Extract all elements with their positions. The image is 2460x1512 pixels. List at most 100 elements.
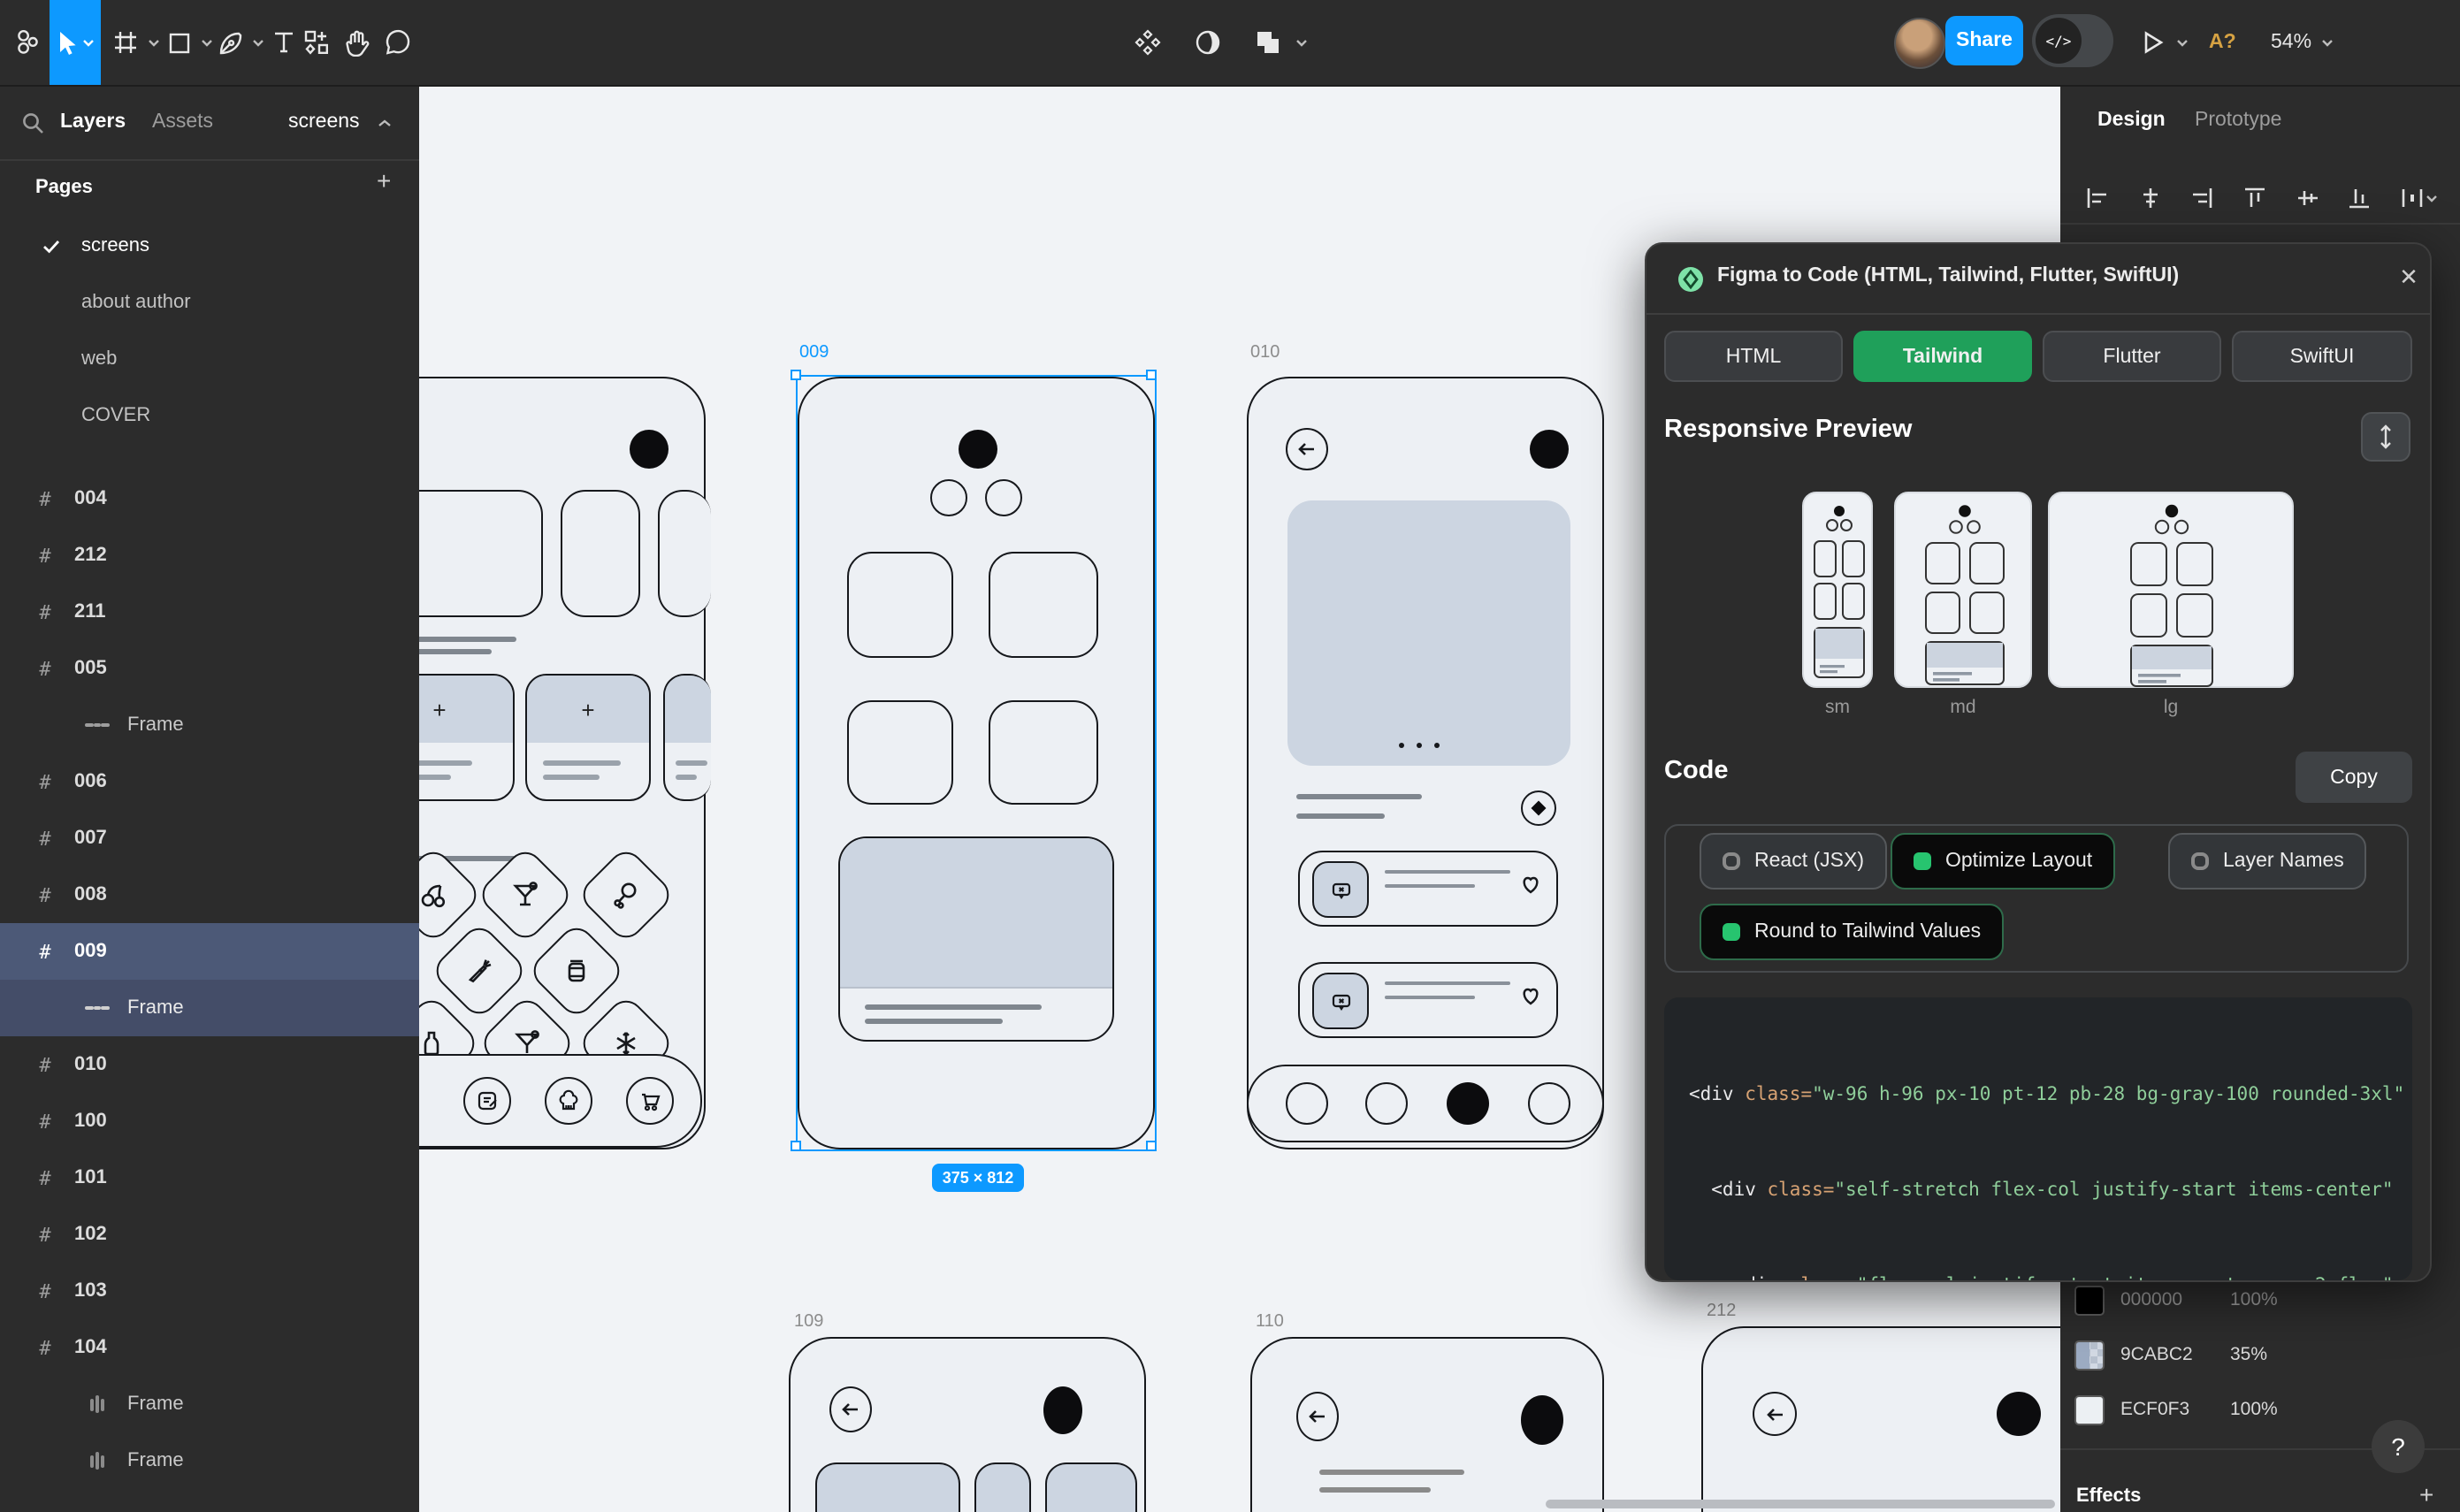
fill-row-9cabc2[interactable]: 9CABC2 35% xyxy=(2074,1335,2446,1374)
comment-tool-button[interactable] xyxy=(375,0,421,85)
layer-row-008[interactable]: #008 xyxy=(0,867,419,923)
main-menu-button[interactable] xyxy=(7,0,46,85)
phone-frame-110[interactable] xyxy=(1250,1337,1604,1512)
layer-row-frame-selected[interactable]: Frame xyxy=(0,980,419,1036)
page-item-web[interactable]: web xyxy=(0,331,419,387)
frame-label-009[interactable]: 009 xyxy=(799,343,829,363)
align-right-icon[interactable] xyxy=(2190,186,2215,210)
layer-row-009-selected[interactable]: #009 xyxy=(0,923,419,980)
layer-row-104[interactable]: #104 xyxy=(0,1319,419,1376)
present-button[interactable] xyxy=(2133,0,2172,85)
tab-design[interactable]: Design xyxy=(2097,85,2166,156)
option-layer-names[interactable]: Layer Names xyxy=(2168,833,2367,890)
option-react-jsx[interactable]: React (JSX) xyxy=(1700,833,1887,890)
copy-button[interactable]: Copy xyxy=(2296,752,2412,803)
align-v-center-icon[interactable] xyxy=(2295,186,2319,210)
fill-row-000000[interactable]: 000000 100% xyxy=(2074,1280,2446,1319)
fill-hex[interactable]: 9CABC2 xyxy=(2120,1344,2230,1365)
layer-row-007[interactable]: #007 xyxy=(0,810,419,867)
option-round-tailwind[interactable]: Round to Tailwind Values xyxy=(1700,904,2004,960)
move-tool-button[interactable] xyxy=(50,0,101,85)
zoom-level[interactable]: 54% xyxy=(2271,0,2311,85)
expand-preview-button[interactable] xyxy=(2361,412,2410,462)
layer-row-004[interactable]: #004 xyxy=(0,470,419,527)
accessibility-button[interactable]: A? xyxy=(2209,0,2236,85)
boolean-chevron[interactable] xyxy=(1291,0,1312,85)
close-icon[interactable]: ✕ xyxy=(2389,258,2428,297)
tidy-up-button[interactable] xyxy=(2400,186,2439,210)
page-item-screens[interactable]: screens xyxy=(0,218,419,274)
avatar[interactable] xyxy=(1894,18,1945,69)
union-icon xyxy=(1254,28,1282,57)
selection-outline[interactable] xyxy=(796,375,1157,1151)
present-chevron[interactable] xyxy=(2172,0,2193,85)
tab-html[interactable]: HTML xyxy=(1664,331,1843,382)
layer-row-103[interactable]: #103 xyxy=(0,1263,419,1319)
fill-opacity[interactable]: 100% xyxy=(2230,1399,2278,1420)
tab-prototype[interactable]: Prototype xyxy=(2195,85,2281,156)
phone-frame-212[interactable] xyxy=(1701,1326,2108,1512)
tab-layers[interactable]: Layers xyxy=(60,85,126,159)
layer-row-006[interactable]: #006 xyxy=(0,753,419,810)
frame-tool-button[interactable] xyxy=(106,0,145,85)
align-left-icon[interactable] xyxy=(2085,186,2110,210)
code-preview[interactable]: <div class="w-96 h-96 px-10 pt-12 pb-28 … xyxy=(1664,997,2412,1280)
help-button[interactable]: ? xyxy=(2372,1420,2425,1473)
preview-card-lg[interactable] xyxy=(2048,492,2294,688)
tab-flutter[interactable]: Flutter xyxy=(2043,331,2221,382)
mask-button[interactable] xyxy=(1185,0,1231,85)
layer-row-010[interactable]: #010 xyxy=(0,1036,419,1093)
layer-row-211[interactable]: #211 xyxy=(0,584,419,640)
preview-card-md[interactable] xyxy=(1894,492,2032,688)
horizontal-scrollbar[interactable] xyxy=(1546,1500,2055,1508)
add-effect-button[interactable]: + xyxy=(2419,1480,2433,1508)
search-icon[interactable] xyxy=(21,111,44,134)
component-button[interactable] xyxy=(1125,0,1171,85)
layer-row-212[interactable]: #212 xyxy=(0,527,419,584)
chevron-up-icon[interactable] xyxy=(377,117,393,131)
color-swatch-ecf0f3[interactable] xyxy=(2074,1394,2105,1424)
selection-handle[interactable] xyxy=(791,370,801,380)
fill-opacity[interactable]: 100% xyxy=(2230,1289,2278,1310)
layer-row-102[interactable]: #102 xyxy=(0,1206,419,1263)
add-page-button[interactable]: + xyxy=(377,166,391,195)
layer-row-101[interactable]: #101 xyxy=(0,1149,419,1206)
selection-handle[interactable] xyxy=(1146,1141,1157,1151)
tab-assets[interactable]: Assets xyxy=(152,85,213,159)
selection-handle[interactable] xyxy=(1146,370,1157,380)
boolean-union-button[interactable] xyxy=(1245,0,1291,85)
phone-frame-010[interactable] xyxy=(1247,377,1604,1149)
frame-label-010[interactable]: 010 xyxy=(1250,343,1280,363)
align-bottom-icon[interactable] xyxy=(2348,186,2372,210)
layer-row-100[interactable]: #100 xyxy=(0,1093,419,1149)
frame-label-212[interactable]: 212 xyxy=(1707,1302,1736,1321)
layer-row-frame-h[interactable]: Frame xyxy=(0,1376,419,1432)
phone-frame-109[interactable] xyxy=(789,1337,1146,1512)
share-button[interactable]: Share xyxy=(1945,16,2023,65)
color-swatch-9cabc2[interactable] xyxy=(2074,1340,2105,1370)
selection-handle[interactable] xyxy=(791,1141,801,1151)
align-top-icon[interactable] xyxy=(2242,186,2267,210)
layer-row-frame-h[interactable]: Frame xyxy=(0,1432,419,1489)
pen-tool-button[interactable] xyxy=(210,0,249,85)
page-switcher[interactable]: screens xyxy=(288,85,360,159)
layer-row-frame[interactable]: Frame xyxy=(0,697,419,753)
preview-card-sm[interactable] xyxy=(1802,492,1873,688)
frame-label-110[interactable]: 110 xyxy=(1256,1312,1284,1332)
tab-tailwind[interactable]: Tailwind xyxy=(1853,331,2032,382)
tab-swiftui[interactable]: SwiftUI xyxy=(2232,331,2412,382)
shape-tool-button[interactable] xyxy=(159,0,198,85)
option-optimize-layout[interactable]: Optimize Layout xyxy=(1891,833,2115,890)
page-item-about-author[interactable]: about author xyxy=(0,274,419,331)
fill-hex[interactable]: 000000 xyxy=(2120,1289,2230,1310)
align-h-center-icon[interactable] xyxy=(2137,186,2162,210)
fill-hex[interactable]: ECF0F3 xyxy=(2120,1399,2230,1420)
color-swatch-black[interactable] xyxy=(2074,1285,2105,1315)
page-item-cover[interactable]: COVER xyxy=(0,387,419,444)
layer-row-005[interactable]: #005 xyxy=(0,640,419,697)
zoom-chevron[interactable] xyxy=(2317,0,2338,85)
frame-label-109[interactable]: 109 xyxy=(794,1312,823,1332)
hand-tool-button[interactable] xyxy=(332,0,378,85)
dev-mode-toggle[interactable]: </> xyxy=(2032,14,2113,67)
fill-opacity[interactable]: 35% xyxy=(2230,1344,2267,1365)
